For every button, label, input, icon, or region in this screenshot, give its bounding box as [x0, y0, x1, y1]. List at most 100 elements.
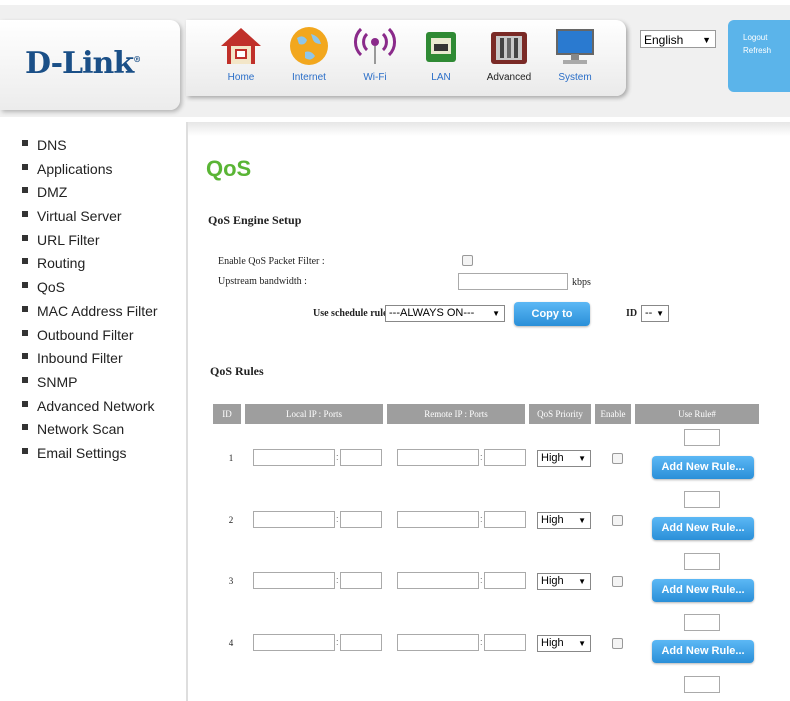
sidebar-item-network-scan[interactable]: Network Scan	[22, 420, 182, 444]
use-rule-input[interactable]	[684, 491, 720, 508]
sidebar-item-dns[interactable]: DNS	[22, 136, 182, 160]
nav-advanced[interactable]: Advanced	[476, 24, 542, 92]
sidebar-menu: DNS Applications DMZ Virtual Server URL …	[22, 136, 182, 468]
sidebar-item-label: Applications	[37, 160, 113, 177]
priority-select[interactable]: High ▼	[537, 573, 591, 590]
local-port-input[interactable]	[340, 634, 382, 651]
add-new-rule-button[interactable]: Add New Rule...	[652, 640, 754, 663]
local-port-input[interactable]	[340, 572, 382, 589]
chevron-down-icon: ▼	[656, 309, 664, 318]
bullet-icon	[22, 234, 28, 241]
priority-select[interactable]: High ▼	[537, 635, 591, 652]
sidebar-item-snmp[interactable]: SNMP	[22, 373, 182, 397]
nav-wifi[interactable]: Wi-Fi	[342, 24, 408, 92]
remote-ip-input[interactable]	[397, 449, 479, 466]
rule-enable-checkbox[interactable]	[612, 638, 623, 649]
col-header-enable: Enable	[595, 404, 631, 424]
nav-internet[interactable]: Internet	[276, 24, 342, 92]
refresh-link[interactable]: Refresh	[743, 46, 790, 55]
logout-link[interactable]: Logout	[743, 33, 790, 42]
rule-enable-checkbox[interactable]	[612, 515, 623, 526]
local-ip-input[interactable]	[253, 572, 335, 589]
monitor-icon	[553, 24, 597, 68]
qos-rules-heading: QoS Rules	[210, 364, 264, 378]
nav-system[interactable]: System	[542, 24, 608, 92]
sidebar-item-inbound-filter[interactable]: Inbound Filter	[22, 349, 182, 373]
upstream-bandwidth-input[interactable]	[458, 273, 568, 290]
remote-ip-input[interactable]	[397, 572, 479, 589]
sidebar-item-qos[interactable]: QoS	[22, 278, 182, 302]
use-rule-input[interactable]	[684, 429, 720, 446]
sidebar-item-label: QoS	[37, 279, 66, 296]
remote-ip-input[interactable]	[397, 511, 479, 528]
remote-port-input[interactable]	[484, 572, 526, 589]
local-ip-input[interactable]	[253, 449, 335, 466]
add-new-rule-button[interactable]: Add New Rule...	[652, 456, 754, 479]
upstream-label: Upstream bandwidth :	[218, 276, 307, 287]
sidebar-item-routing[interactable]: Routing	[22, 254, 182, 278]
chevron-down-icon: ▼	[578, 516, 586, 525]
add-new-rule-button[interactable]: Add New Rule...	[652, 517, 754, 540]
nav-label: Wi-Fi	[363, 72, 387, 83]
main-nav: Home Internet Wi-Fi LAN Advanced System	[186, 20, 626, 96]
colon-separator: :	[480, 452, 483, 462]
colon-separator: :	[336, 514, 339, 524]
schedule-value: ---ALWAYS ON---	[389, 307, 475, 319]
dlink-logo: D-Link®	[25, 46, 141, 81]
local-ip-input[interactable]	[253, 634, 335, 651]
sidebar-item-mac-address-filter[interactable]: MAC Address Filter	[22, 302, 182, 326]
colon-separator: :	[336, 637, 339, 647]
sidebar-item-label: Advanced Network	[37, 397, 155, 414]
local-port-input[interactable]	[340, 449, 382, 466]
schedule-select[interactable]: ---ALWAYS ON--- ▼	[385, 305, 505, 322]
sidebar-item-applications[interactable]: Applications	[22, 160, 182, 184]
add-new-rule-button[interactable]: Add New Rule...	[652, 579, 754, 602]
use-rule-input[interactable]	[684, 553, 720, 570]
use-rule-input[interactable]	[684, 676, 720, 693]
id-label: ID	[626, 308, 638, 319]
id-select[interactable]: -- ▼	[641, 305, 669, 322]
col-header-remote: Remote IP : Ports	[387, 404, 525, 424]
language-select[interactable]: English ▼	[640, 30, 716, 48]
copy-to-button[interactable]: Copy to	[514, 302, 590, 326]
priority-select[interactable]: High ▼	[537, 450, 591, 467]
bullet-icon	[22, 140, 28, 146]
enable-qos-label: Enable QoS Packet Filter :	[218, 256, 325, 267]
bullet-icon	[22, 305, 28, 312]
sidebar-item-url-filter[interactable]: URL Filter	[22, 231, 182, 255]
sidebar-item-virtual-server[interactable]: Virtual Server	[22, 207, 182, 231]
chevron-down-icon: ▼	[702, 35, 711, 45]
bullet-icon	[22, 211, 28, 218]
engine-setup-heading: QoS Engine Setup	[208, 213, 302, 227]
nav-home[interactable]: Home	[208, 24, 274, 92]
bullet-icon	[22, 258, 28, 265]
bullet-icon	[22, 163, 28, 170]
priority-select[interactable]: High ▼	[537, 512, 591, 529]
sidebar-item-email-settings[interactable]: Email Settings	[22, 444, 182, 468]
local-port-input[interactable]	[340, 511, 382, 528]
nav-lan[interactable]: LAN	[408, 24, 474, 92]
row-id: 4	[228, 638, 234, 648]
col-header-priority: QoS Priority	[529, 404, 591, 424]
rule-enable-checkbox[interactable]	[612, 453, 623, 464]
remote-port-input[interactable]	[484, 449, 526, 466]
remote-port-input[interactable]	[484, 511, 526, 528]
sidebar-item-dmz[interactable]: DMZ	[22, 183, 182, 207]
local-ip-input[interactable]	[253, 511, 335, 528]
content-top-shade	[186, 122, 790, 136]
remote-ip-input[interactable]	[397, 634, 479, 651]
use-rule-input[interactable]	[684, 614, 720, 631]
enable-qos-checkbox[interactable]	[462, 255, 473, 266]
sidebar-item-advanced-network[interactable]: Advanced Network	[22, 397, 182, 421]
bullet-icon	[22, 353, 28, 360]
schedule-label: Use schedule rule	[313, 308, 388, 319]
sidebar-item-label: Network Scan	[37, 421, 125, 438]
bullet-icon	[22, 400, 28, 407]
sidebar-item-label: Inbound Filter	[37, 350, 123, 367]
bullet-icon	[22, 376, 28, 383]
sidebar-item-outbound-filter[interactable]: Outbound Filter	[22, 326, 182, 350]
remote-port-input[interactable]	[484, 634, 526, 651]
nav-label: System	[558, 72, 592, 83]
rule-enable-checkbox[interactable]	[612, 576, 623, 587]
row-id: 1	[228, 453, 234, 463]
